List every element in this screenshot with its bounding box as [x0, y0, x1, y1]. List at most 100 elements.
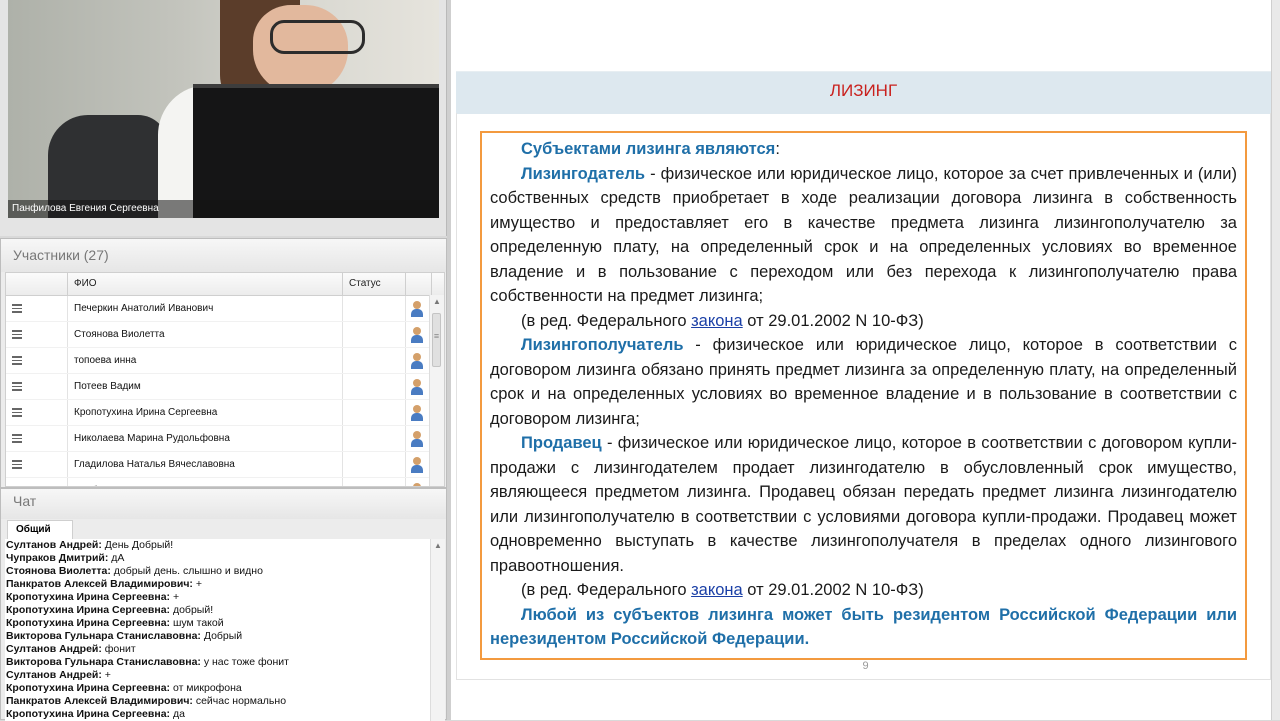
participants-panel: Участники (27) ФИО Статус Печеркин Анато… [0, 238, 447, 488]
column-role[interactable] [406, 273, 432, 295]
video-monitor [193, 84, 439, 218]
drag-handle-icon[interactable] [6, 478, 68, 486]
chat-author: Кропотухина Ирина Сергеевна: [6, 617, 171, 629]
drag-handle-icon[interactable] [6, 296, 68, 321]
chat-text: добрый! [170, 604, 214, 616]
term-lessor: Лизингодатель [521, 164, 646, 183]
participant-status [343, 478, 406, 486]
right-scroll-edge[interactable] [1271, 0, 1280, 720]
participant-status [343, 296, 406, 321]
participant-row[interactable]: Николаева Марина Рудольфовна [6, 426, 444, 452]
chat-message: Викторова Гульнара Станиславовна: Добрый [5, 630, 445, 643]
intro-colon: : [775, 140, 780, 158]
participant-name: Стоянова Виолетта [68, 322, 343, 347]
paragraph-lessee: Лизингополучатель - физическое или юриди… [490, 333, 1237, 431]
intro-term: Субъектами лизинга являются [521, 140, 776, 158]
chat-author: Панкратов Алексей Владимирович: [6, 695, 193, 707]
chat-author: Кропотухина Ирина Сергеевна: [6, 708, 171, 720]
chat-text: добрый день. слышно и видно [110, 565, 263, 577]
reference-1: (в ред. Федерального закона от 29.01.200… [490, 309, 1237, 334]
chat-text: + [170, 591, 180, 603]
chat-message: Султанов Андрей: День Добрый! [5, 539, 445, 552]
drag-handle-icon[interactable] [6, 400, 68, 425]
participant-status [343, 374, 406, 399]
presenter-video[interactable] [8, 0, 439, 218]
scroll-up-icon[interactable]: ▲ [431, 539, 445, 553]
presenter-name: Панфилова Евгения Сергеевна [8, 200, 439, 218]
chat-message: Кропотухина Ирина Сергеевна: шум такой [5, 617, 445, 630]
chat-author: Панкратов Алексей Владимирович: [6, 578, 193, 590]
chat-message: Султанов Андрей: + [5, 669, 445, 682]
participant-name: топоева инна [68, 348, 343, 373]
chat-author: Викторова Гульнара Станиславовна: [6, 630, 201, 642]
chat-message: Викторова Гульнара Станиславовна: у нас … [5, 656, 445, 669]
chat-text: + [101, 669, 111, 681]
participant-status [343, 400, 406, 425]
text-seller: - физическое или юридическое лицо, котор… [490, 434, 1237, 575]
slide-intro: Субъектами лизинга являются: [490, 137, 1237, 162]
chat-author: Кропотухина Ирина Сергеевна: [6, 591, 171, 603]
participant-row[interactable]: Кропотухина Ирина Сергеевна [6, 400, 444, 426]
chat-tabbar: Общий [5, 519, 445, 540]
chat-scrollbar[interactable]: ▲ [430, 539, 445, 721]
video-presenter-glasses [270, 20, 365, 54]
drag-handle-icon[interactable] [6, 374, 68, 399]
column-name[interactable]: ФИО [68, 273, 343, 295]
chat-author: Султанов Андрей: [6, 643, 102, 655]
chat-tab-general[interactable]: Общий [7, 520, 73, 539]
chat-message: Кропотухина Ирина Сергеевна: от микрофон… [5, 682, 445, 695]
chat-message: Султанов Андрей: фонит [5, 643, 445, 656]
chat-text: да [170, 708, 185, 720]
drag-handle-icon[interactable] [6, 322, 68, 347]
scroll-up-icon[interactable]: ▲ [430, 295, 444, 309]
chat-author: Султанов Андрей: [6, 539, 102, 551]
participants-scrollbar[interactable]: ▲ ≡ [429, 295, 444, 486]
chat-text: сейчас нормально [192, 695, 287, 707]
participant-row[interactable]: топоева инна [6, 348, 444, 374]
chat-text: День Добрый! [101, 539, 174, 551]
chat-text: фонит [101, 643, 136, 655]
participant-status [343, 452, 406, 477]
reference-2-prefix: (в ред. Федерального [521, 581, 692, 599]
participant-row[interactable]: Печеркин Анатолий Иванович [6, 296, 444, 322]
chat-messages: Султанов Андрей: День Добрый! Чупраков Дм… [5, 539, 445, 721]
video-panel: Панфилова Евгения Сергеевна [0, 0, 447, 236]
chat-message: Стоянова Виолетта: добрый день. слышно и… [5, 565, 445, 578]
participant-status [343, 322, 406, 347]
chat-message: Панкратов Алексей Владимирович: + [5, 578, 445, 591]
reference-2-suffix: от 29.01.2002 N 10-ФЗ) [742, 581, 924, 599]
drag-handle-icon[interactable] [6, 426, 68, 451]
chat-text: шум такой [170, 617, 224, 629]
chat-message: Кропотухина Ирина Сергеевна: да [5, 708, 445, 721]
slide-area: ЛИЗИНГ Субъектами лизинга являются: Лизи… [451, 0, 1280, 720]
drag-handle-icon[interactable] [6, 348, 68, 373]
participants-table: ФИО Статус Печеркин Анатолий Иванович Сто… [5, 272, 445, 487]
column-drag[interactable] [6, 273, 68, 295]
chat-title: Чат [1, 489, 446, 519]
chat-author: Султанов Андрей: [6, 669, 102, 681]
participants-table-header: ФИО Статус [6, 273, 444, 296]
participants-rows: Печеркин Анатолий Иванович Стоянова Виоле… [6, 296, 444, 486]
participant-name: Печеркин Анатолий Иванович [68, 296, 343, 321]
participant-name: Гладилова Наталья Вячеславовна [68, 452, 343, 477]
reference-1-suffix: от 29.01.2002 N 10-ФЗ) [742, 311, 924, 330]
participant-row[interactable]: Потеев Вадим [6, 374, 444, 400]
column-status[interactable]: Статус [343, 273, 406, 295]
chat-message: Кропотухина Ирина Сергеевна: + [5, 591, 445, 604]
law-link-2[interactable]: закона [691, 581, 743, 599]
drag-handle-icon[interactable] [6, 452, 68, 477]
scroll-grip-icon: ≡ [433, 331, 440, 341]
chat-message: Кропотухина Ирина Сергеевна: добрый! [5, 604, 445, 617]
participant-row[interactable]: Гладилова Наталья Вячеславовна [6, 452, 444, 478]
chat-log[interactable]: Султанов Андрей: День Добрый! Чупраков Дм… [5, 539, 445, 721]
chat-author: Чупраков Дмитрий: [6, 552, 109, 564]
chat-text: дА [108, 552, 125, 564]
term-lessee: Лизингополучатель [521, 336, 684, 354]
law-link-1[interactable]: закона [691, 312, 743, 330]
participant-row[interactable]: Альбина [6, 478, 444, 486]
chat-author: Кропотухина Ирина Сергеевна: [6, 604, 171, 616]
paragraph-lessor: Лизингодатель - физическое или юридическ… [490, 162, 1237, 309]
chat-text: + [192, 578, 202, 590]
slide-title-bar: ЛИЗИНГ [456, 71, 1271, 114]
participant-row[interactable]: Стоянова Виолетта [6, 322, 444, 348]
